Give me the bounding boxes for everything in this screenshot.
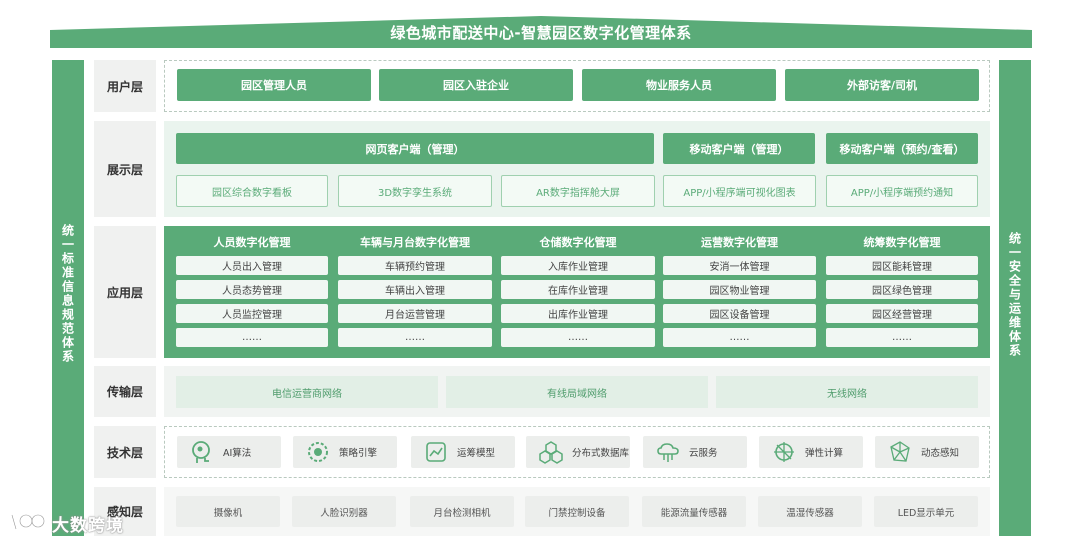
app-col-overall-title: 统筹数字化管理 xyxy=(863,236,941,249)
app-business-management[interactable]: 园区经营管理 xyxy=(826,304,978,323)
user-layer-panel: 园区管理人员 园区入驻企业 物业服务人员 外部访客/司机 xyxy=(164,60,990,112)
app-warehouse-more[interactable]: …… xyxy=(501,328,655,347)
sensing-face-recognizer[interactable]: 人脸识别器 xyxy=(292,496,396,527)
sensing-led-display[interactable]: LED显示单元 xyxy=(874,496,978,527)
standard-spec-system-column: 统一标准信息规范体系 xyxy=(52,60,84,536)
app-equipment-management[interactable]: 园区设备管理 xyxy=(663,304,816,323)
tech-cloud-label: 云服务 xyxy=(689,448,718,459)
app-vehicle-access[interactable]: 车辆出入管理 xyxy=(338,280,492,299)
tech-ai-algorithm[interactable]: AI算法 xyxy=(177,436,281,468)
application-layer-panel: 人员数字化管理 人员出入管理 人员态势管理 人员监控管理 …… 车辆与月台数字化… xyxy=(164,226,990,358)
app-dock-operation[interactable]: 月台运营管理 xyxy=(338,304,492,323)
tech-cloud-service[interactable]: 云服务 xyxy=(643,436,747,468)
tech-strategy-label: 策略引擎 xyxy=(339,448,378,459)
app-property-management[interactable]: 园区物业管理 xyxy=(663,280,816,299)
sensing-energy-sensor[interactable]: 能源流量传感器 xyxy=(642,496,746,527)
user-layer-label: 用户层 xyxy=(94,60,156,112)
sensing-temp-humidity-sensor[interactable]: 温湿传感器 xyxy=(758,496,862,527)
sensing-camera[interactable]: 摄像机 xyxy=(176,496,280,527)
app-operations-more[interactable]: …… xyxy=(663,328,816,347)
side-right-label: 统一安全与运维体系 xyxy=(1007,232,1022,358)
app-energy-management[interactable]: 园区能耗管理 xyxy=(826,256,978,275)
app-overall-more[interactable]: …… xyxy=(826,328,978,347)
user-item-property-staff[interactable]: 物业服务人员 xyxy=(582,69,776,101)
tech-elastic-compute[interactable]: 弹性计算 xyxy=(759,436,863,468)
title-banner: 绿色城市配送中心-智慧园区数字化管理体系 xyxy=(50,12,1032,48)
tech-ai-label: AI算法 xyxy=(223,448,252,459)
display-app-notify[interactable]: APP/小程序端预约通知 xyxy=(826,175,978,207)
tech-layer-panel: AI算法 策略引擎 运筹模型 分布式数据库 云服务 弹性计算 动态感知 xyxy=(164,426,990,478)
app-col-operations-title: 运营数字化管理 xyxy=(701,236,778,249)
display-app-charts[interactable]: APP/小程序端可视化图表 xyxy=(663,175,816,207)
tech-elastic-label: 弹性计算 xyxy=(805,448,844,459)
display-layer-label: 展示层 xyxy=(94,121,156,217)
operations-model-icon xyxy=(423,439,449,465)
user-item-visitor-driver[interactable]: 外部访客/司机 xyxy=(785,69,979,101)
display-mobile-admin[interactable]: 移动客户端（管理） xyxy=(663,133,815,164)
transport-layer-panel: 电信运营商网络 有线局域网络 无线网络 xyxy=(164,366,990,417)
app-col-vehicle-title: 车辆与月台数字化管理 xyxy=(360,236,470,249)
page-title: 绿色城市配送中心-智慧园区数字化管理体系 xyxy=(390,24,692,42)
app-green-management[interactable]: 园区绿色管理 xyxy=(826,280,978,299)
tech-dynamic-sensing[interactable]: 动态感知 xyxy=(875,436,979,468)
app-personnel-monitor[interactable]: 人员监控管理 xyxy=(176,304,328,323)
elastic-compute-icon xyxy=(771,439,797,465)
app-personnel-access[interactable]: 人员出入管理 xyxy=(176,256,328,275)
ai-head-icon xyxy=(189,439,215,465)
app-personnel-situation[interactable]: 人员态势管理 xyxy=(176,280,328,299)
transport-wireless-network[interactable]: 无线网络 xyxy=(716,376,978,408)
display-web-client[interactable]: 网页客户端（管理） xyxy=(176,133,654,164)
app-security-fire[interactable]: 安消一体管理 xyxy=(663,256,816,275)
tech-sensing-label: 动态感知 xyxy=(921,448,960,459)
user-item-park-manager[interactable]: 园区管理人员 xyxy=(177,69,371,101)
sensing-access-control[interactable]: 门禁控制设备 xyxy=(525,496,629,527)
tech-database-label: 分布式数据库 xyxy=(572,448,630,459)
transport-layer-label: 传输层 xyxy=(94,366,156,417)
display-layer-panel: 网页客户端（管理） 移动客户端（管理） 移动客户端（预约/查看） 园区综合数字看… xyxy=(164,121,990,217)
tech-layer-label: 技术层 xyxy=(94,426,156,478)
watermark: 大数跨境 xyxy=(8,506,148,540)
app-col-warehouse-title: 仓储数字化管理 xyxy=(539,236,617,249)
application-layer-label: 应用层 xyxy=(94,226,156,358)
side-left-label: 统一标准信息规范体系 xyxy=(60,224,75,364)
dynamic-sensing-icon xyxy=(887,439,913,465)
security-ops-system-column: 统一安全与运维体系 xyxy=(999,60,1031,536)
app-personnel-more[interactable]: …… xyxy=(176,328,328,347)
display-3d-twin[interactable]: 3D数字孪生系统 xyxy=(338,175,492,207)
sensing-layer-panel: 摄像机 人脸识别器 月台检测相机 门禁控制设备 能源流量传感器 温湿传感器 LE… xyxy=(164,487,990,536)
cloud-service-icon xyxy=(655,439,681,465)
transport-wired-lan[interactable]: 有线局域网络 xyxy=(446,376,708,408)
display-dashboard[interactable]: 园区综合数字看板 xyxy=(176,175,328,207)
tech-strategy-engine[interactable]: 策略引擎 xyxy=(293,436,397,468)
transport-telecom-network[interactable]: 电信运营商网络 xyxy=(176,376,438,408)
watermark-logo-icon xyxy=(10,513,46,530)
watermark-text: 大数跨境 xyxy=(52,515,124,536)
app-col-personnel-title: 人员数字化管理 xyxy=(213,236,291,249)
display-ar-screen[interactable]: AR数字指挥舱大屏 xyxy=(501,175,655,207)
strategy-engine-icon xyxy=(305,439,331,465)
app-vehicle-booking[interactable]: 车辆预约管理 xyxy=(338,256,492,275)
app-warehouse-instock[interactable]: 在库作业管理 xyxy=(501,280,655,299)
app-warehouse-inbound[interactable]: 入库作业管理 xyxy=(501,256,655,275)
user-item-resident-enterprise[interactable]: 园区入驻企业 xyxy=(379,69,573,101)
tech-operations-label: 运筹模型 xyxy=(457,448,496,459)
distributed-database-icon xyxy=(538,439,564,465)
display-mobile-booking[interactable]: 移动客户端（预约/查看） xyxy=(826,133,978,164)
sensing-dock-camera[interactable]: 月台检测相机 xyxy=(410,496,514,527)
tech-operations-model[interactable]: 运筹模型 xyxy=(411,436,515,468)
tech-distributed-database[interactable]: 分布式数据库 xyxy=(526,436,630,468)
app-warehouse-outbound[interactable]: 出库作业管理 xyxy=(501,304,655,323)
app-vehicle-more[interactable]: …… xyxy=(338,328,492,347)
